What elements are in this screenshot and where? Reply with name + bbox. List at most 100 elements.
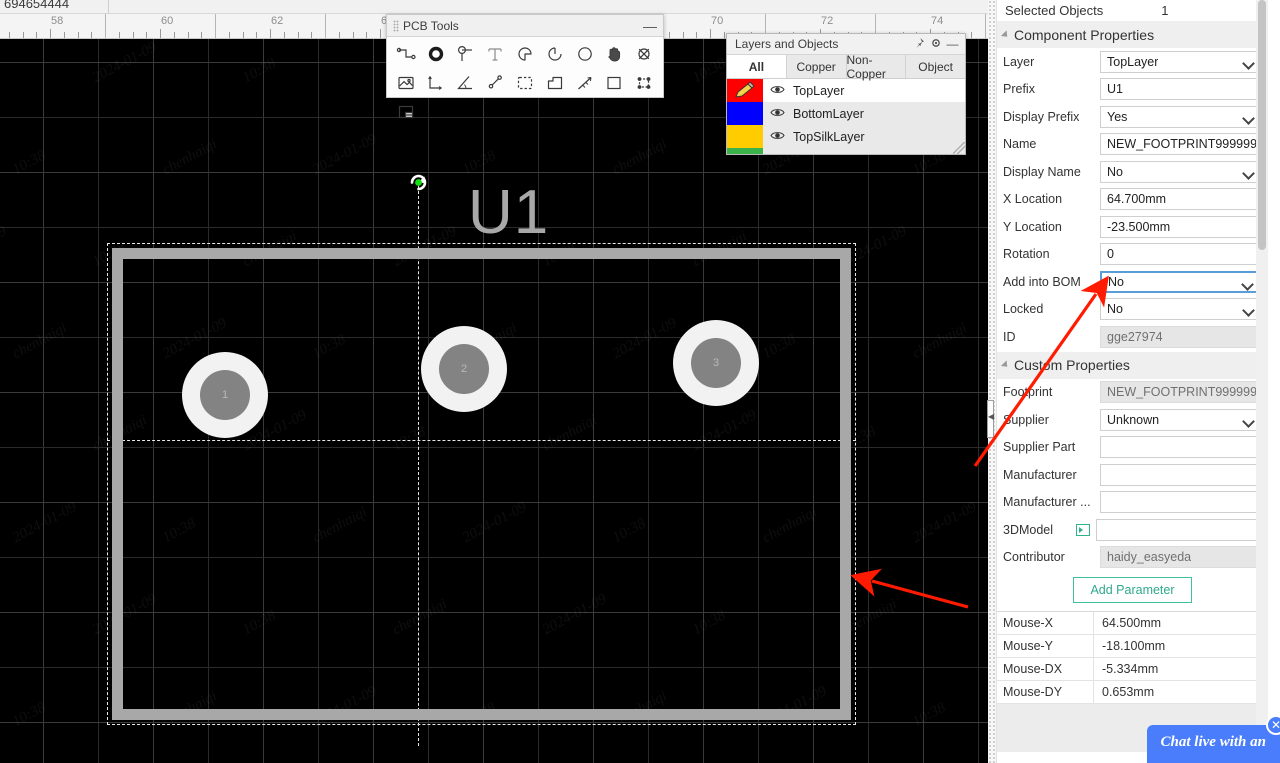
pad-number: 3 (691, 338, 741, 388)
layer-color-swatch[interactable] (727, 125, 763, 148)
minimize-icon[interactable]: — (944, 37, 961, 51)
component-properties-rows[interactable]: Layer TopLayer Prefix U1 Display Prefix Yes Na… (997, 48, 1268, 351)
chevron-down-icon[interactable] (1000, 29, 1011, 40)
layers-and-objects-panel[interactable]: Layers and Objects — All Copper Non-Copper… (726, 33, 966, 155)
add-parameter-button[interactable]: Add Parameter (1073, 577, 1192, 603)
image-tool[interactable] (391, 68, 421, 97)
property-label: Contributor (1003, 550, 1065, 565)
panel-resize-handle[interactable] (953, 142, 965, 154)
layer-color-swatch[interactable] (727, 102, 763, 125)
prefix-input[interactable]: U1 (1100, 78, 1262, 101)
marquee-select-tool[interactable] (510, 68, 540, 97)
circle-tool[interactable] (570, 39, 600, 68)
layer-row[interactable] (727, 148, 965, 154)
canvas-topbar: 694654444 (0, 0, 988, 14)
track-tool[interactable] (391, 39, 421, 68)
property-label: Layer (1003, 54, 1035, 69)
ruler-tick (380, 29, 381, 38)
properties-scrollbar[interactable] (1256, 0, 1268, 763)
display-name-select[interactable]: No (1100, 160, 1262, 183)
text-tool[interactable] (480, 39, 510, 68)
panel-collapse-handle[interactable] (987, 400, 994, 438)
rotation-input[interactable]: 0 (1100, 243, 1262, 266)
layer-select[interactable]: TopLayer (1100, 50, 1262, 73)
layer-tab-copper[interactable]: Copper (786, 55, 847, 78)
arc-ccw-tool[interactable] (540, 39, 570, 68)
component-properties-header[interactable]: Component Properties (997, 20, 1268, 48)
layer-row[interactable]: TopSilkLayer (727, 125, 965, 148)
locked-select[interactable]: No (1100, 298, 1262, 321)
pcb-tools-titlebar[interactable]: PCB Tools — (387, 15, 663, 37)
angle-tool[interactable] (451, 68, 481, 97)
layer-name: BottomLayer (793, 106, 864, 121)
supplier-part-input[interactable] (1100, 436, 1262, 459)
ruler-tick (146, 32, 147, 38)
chat-widget[interactable]: ✕ Chat live with an (1146, 715, 1280, 763)
copper-area-tool[interactable] (540, 68, 570, 97)
chat-bubble-text[interactable]: Chat live with an (1146, 725, 1280, 763)
ruler-tick (243, 32, 244, 38)
property-label: Footprint (1003, 385, 1053, 400)
panel-drag-strip[interactable] (988, 0, 997, 763)
property-label: X Location (1003, 192, 1063, 207)
layer-tab-all[interactable]: All (727, 55, 787, 78)
eye-icon[interactable] (763, 130, 791, 144)
hole-tool[interactable] (629, 39, 659, 68)
gear-icon[interactable] (927, 37, 944, 52)
layer-row[interactable]: BottomLayer (727, 102, 965, 125)
external-link-icon[interactable] (1076, 523, 1090, 536)
property-value: No (1107, 164, 1123, 179)
name-input[interactable]: NEW_FOOTPRINT9999999 (1100, 133, 1268, 156)
property-row: Display Prefix Yes (997, 103, 1268, 131)
add-into-bom-select[interactable]: No (1100, 270, 1262, 293)
close-icon[interactable]: ✕ (1266, 715, 1280, 735)
property-label: Manufacturer ... (1003, 495, 1091, 510)
property-label: Locked (1003, 302, 1044, 317)
x-location-input[interactable]: 64.700mm (1100, 188, 1262, 211)
layer-color-swatch[interactable] (727, 79, 763, 102)
chevron-down-icon[interactable] (1000, 360, 1011, 370)
pad[interactable]: 2 (421, 326, 507, 412)
model3d-input[interactable] (1096, 518, 1262, 541)
hand-tool[interactable] (599, 39, 629, 68)
supplier-select[interactable]: Unknown (1100, 408, 1262, 431)
pad[interactable]: 3 (673, 320, 759, 406)
eye-icon[interactable] (763, 84, 791, 98)
custom-properties-rows[interactable]: Footprint NEW_FOOTPRINT9999999 Supplier Unk… (997, 379, 1268, 572)
polyline-tool[interactable] (480, 68, 510, 97)
properties-panel[interactable]: Selected Objects 1 Component Properties … (997, 0, 1268, 763)
mouse-value: 64.500mm (1102, 616, 1162, 630)
layer-tab-object[interactable]: Object (906, 55, 965, 78)
manufacturer-input[interactable] (1100, 463, 1262, 486)
layer-filter-tabs[interactable]: All Copper Non-Copper Object (727, 53, 965, 81)
layer-row[interactable]: TopLayer (727, 79, 965, 102)
y-location-input[interactable]: -23.500mm (1100, 215, 1262, 238)
board-outline-tool[interactable] (391, 97, 421, 126)
layer-tab-non-copper[interactable]: Non-Copper (846, 53, 907, 81)
pcb-tools-grid[interactable] (387, 37, 663, 128)
rect-tool[interactable] (599, 68, 629, 97)
manufacturer-part-input[interactable] (1100, 491, 1262, 514)
drag-grip-icon[interactable] (393, 19, 399, 32)
layer-color-swatch[interactable] (727, 148, 763, 154)
minimize-icon[interactable]: — (641, 19, 659, 33)
layer-list[interactable]: TopLayer BottomLayer TopSilkLayer (727, 79, 965, 154)
arc-cw-tool[interactable] (510, 39, 540, 68)
custom-properties-header[interactable]: Custom Properties (997, 350, 1268, 379)
pad-number: 2 (439, 344, 489, 394)
property-value: NEW_FOOTPRINT9999999 (1107, 385, 1264, 400)
property-row: Supplier Part (997, 434, 1268, 462)
via-tool[interactable] (451, 39, 481, 68)
ruler-tick (971, 32, 972, 38)
measure-tool[interactable] (570, 68, 600, 97)
scrollbar-thumb[interactable] (1258, 0, 1266, 250)
display-prefix-select[interactable]: Yes (1100, 105, 1262, 128)
rotate-icon[interactable] (404, 168, 433, 200)
pcb-tools-window[interactable]: PCB Tools — (386, 14, 664, 118)
pad-tool[interactable] (421, 39, 451, 68)
dimension-tool[interactable] (421, 68, 451, 97)
eye-icon[interactable] (763, 107, 791, 121)
pin-icon[interactable] (910, 37, 927, 52)
pad[interactable]: 1 (182, 352, 268, 438)
panelize-tool[interactable] (629, 68, 659, 97)
